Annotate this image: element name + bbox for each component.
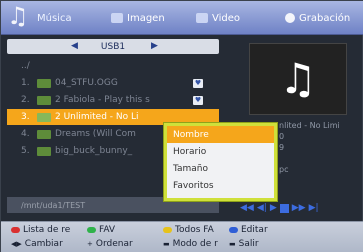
- file-name: 04_STFU.OGG: [55, 78, 118, 88]
- heart-icon[interactable]: ♥: [193, 95, 203, 105]
- heart-icon[interactable]: ♥: [193, 78, 203, 88]
- audio-file-icon: [37, 78, 51, 88]
- tab-video-label: Video: [212, 12, 241, 24]
- legend-yellow[interactable]: Todos FA: [163, 225, 214, 235]
- file-row[interactable]: 1. 04_STFU.OGG ♥: [7, 75, 219, 91]
- tab-recording[interactable]: Grabación: [285, 8, 350, 28]
- legend-green[interactable]: FAV: [87, 225, 115, 235]
- file-name: 2 Fabiola - Play this s: [55, 95, 150, 105]
- music-note-icon: ♫: [279, 54, 317, 103]
- playback-controls: ◀◀ ◀| ▶ ▶▶ ▶|: [240, 202, 319, 214]
- tab-image[interactable]: Imagen: [111, 8, 165, 28]
- legend-cambiar[interactable]: ◀▶ Cambiar: [11, 239, 63, 249]
- legend-red[interactable]: Lista de re: [11, 225, 70, 235]
- legend-label: FAV: [99, 225, 116, 235]
- record-icon: [285, 13, 295, 23]
- red-key-icon: [11, 227, 20, 233]
- parent-folder-label: ../: [21, 61, 30, 71]
- file-name: Dreams (Will Com: [55, 129, 136, 139]
- next-icon[interactable]: ▶▶: [292, 203, 306, 213]
- media-tab-bar: Música Imagen Video Grabación: [1, 1, 363, 35]
- arrow-left-icon[interactable]: ◀: [71, 41, 78, 51]
- audio-file-icon: [37, 112, 51, 122]
- blue-key-icon: [229, 227, 238, 233]
- legend-blue[interactable]: Editar: [229, 225, 268, 235]
- yellow-key-icon: [163, 227, 172, 233]
- legend-ordenar[interactable]: + Ordenar: [87, 239, 133, 249]
- file-number: 4.: [21, 129, 30, 139]
- file-row[interactable]: 2. 2 Fabiola - Play this s ♥: [7, 92, 219, 108]
- legend-label: Lista de re: [23, 225, 71, 235]
- audio-file-icon: [37, 129, 51, 139]
- sort-menu: Nombre Horario Tamaño Favoritos: [164, 123, 277, 201]
- legend-label: Salir: [238, 239, 259, 249]
- image-icon: [111, 13, 123, 23]
- legend-modo[interactable]: ▬ Modo de r: [163, 239, 218, 249]
- tab-music-label: Música: [37, 12, 72, 24]
- previous-icon[interactable]: ◀|: [257, 203, 267, 213]
- key-legend: Lista de re FAV Todos FA Editar ◀▶ Cambi…: [1, 221, 363, 252]
- video-icon: [196, 13, 208, 23]
- stop-icon[interactable]: [279, 203, 289, 213]
- parent-folder-row[interactable]: ../: [7, 58, 219, 74]
- album-art: ♫: [249, 43, 347, 115]
- exit-key-icon: ▬: [229, 240, 236, 248]
- video-file-icon: [37, 146, 51, 156]
- arrow-keys-icon: ◀▶: [11, 240, 22, 248]
- tab-music[interactable]: Música: [7, 2, 72, 30]
- media-browser-screen: Música Imagen Video Grabación ◀ USB1 ▶ .…: [0, 0, 363, 252]
- sort-option-tamano[interactable]: Tamaño: [167, 160, 274, 177]
- legend-salir[interactable]: ▬ Salir: [229, 239, 259, 249]
- device-selector[interactable]: ◀ USB1 ▶: [7, 39, 219, 54]
- play-icon[interactable]: ▶: [270, 203, 277, 213]
- sort-option-horario[interactable]: Horario: [167, 143, 274, 160]
- tab-recording-label: Grabación: [299, 12, 351, 24]
- music-note-icon: [7, 2, 33, 30]
- arrow-right-icon[interactable]: ▶: [151, 41, 158, 51]
- device-name: USB1: [100, 41, 126, 52]
- mode-key-icon: ▬: [163, 240, 170, 248]
- audio-file-icon: [37, 95, 51, 105]
- file-number: 1.: [21, 78, 30, 88]
- plus-key-icon: +: [87, 240, 93, 248]
- legend-label: Todos FA: [175, 225, 214, 235]
- legend-label: Editar: [241, 225, 268, 235]
- tab-image-label: Imagen: [127, 12, 165, 24]
- file-name: 2 Unlimited - No Li: [55, 112, 139, 122]
- legend-label: Cambiar: [24, 239, 63, 249]
- fast-forward-icon[interactable]: ▶|: [309, 203, 319, 213]
- file-number: 2.: [21, 95, 30, 105]
- file-number: 5.: [21, 146, 30, 156]
- rewind-icon[interactable]: ◀◀: [240, 203, 254, 213]
- legend-label: Modo de r: [172, 239, 218, 249]
- sort-option-favoritos[interactable]: Favoritos: [167, 177, 274, 194]
- green-key-icon: [87, 227, 96, 233]
- tab-video[interactable]: Video: [196, 8, 240, 28]
- legend-label: Ordenar: [95, 239, 133, 249]
- sort-option-nombre[interactable]: Nombre: [167, 126, 274, 143]
- file-name: big_buck_bunny_: [55, 146, 133, 156]
- file-number: 3.: [21, 112, 30, 122]
